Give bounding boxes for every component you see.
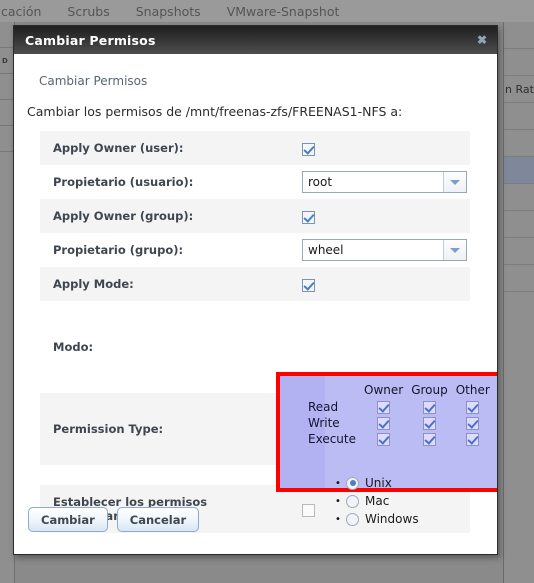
label-apply-mode: Apply Mode: — [40, 267, 302, 301]
bullet-icon: • — [335, 495, 341, 507]
mode-grid-col-owner: Owner — [364, 383, 404, 397]
mode-grid-panel: Owner Group Other Read Write Execute — [280, 376, 497, 488]
mode-grid-row-label-write: Write — [308, 416, 340, 430]
label-owner-group: Propietario (grupo): — [40, 233, 302, 267]
nav-item-replicacion[interactable]: licación — [0, 4, 54, 19]
nav-item-vmware-snapshot[interactable]: VMware-Snapshot — [214, 4, 353, 19]
submit-button[interactable]: Cambiar — [28, 507, 108, 532]
background-row — [504, 211, 534, 238]
background-row — [504, 103, 534, 130]
permission-type-options: • Unix • Mac • Windows — [332, 474, 419, 528]
bullet-icon: • — [335, 513, 341, 525]
form-row-apply-owner-user: Apply Owner (user): — [40, 131, 470, 165]
mode-write-other-checkbox[interactable] — [466, 417, 480, 430]
form-row-owner-group: Propietario (grupo): wheel — [40, 233, 470, 267]
mode-write-owner-checkbox[interactable] — [377, 417, 391, 430]
label-owner-user: Propietario (usuario): — [40, 165, 302, 199]
background-row-selected — [504, 157, 534, 184]
mode-grid-header-row: Owner Group Other — [308, 383, 494, 399]
permission-type-unix-label: Unix — [365, 476, 392, 490]
background-row: D — [0, 48, 14, 74]
permission-type-option-windows[interactable]: • Windows — [332, 510, 419, 528]
nav-item-snapshots[interactable]: Snapshots — [123, 4, 214, 19]
background-row — [0, 100, 14, 126]
background-table-right-edge: n Ratio — [503, 22, 534, 583]
recursive-checkbox[interactable] — [302, 503, 315, 517]
permission-type-option-unix[interactable]: • Unix — [332, 474, 419, 492]
apply-owner-user-checkbox[interactable] — [302, 142, 315, 156]
mode-grid-col-group: Group — [411, 383, 448, 397]
background-row — [504, 184, 534, 211]
permission-mode-grid: Owner Group Other Read Write Execute — [308, 383, 494, 447]
form-row-apply-mode: Apply Mode: — [40, 267, 470, 301]
dialog-description: Cambiar los permisos de /mnt/freenas-zfs… — [27, 104, 403, 119]
chevron-down-icon[interactable] — [443, 172, 466, 192]
dialog-body: Cambiar Permisos Cambiar los permisos de… — [14, 54, 497, 554]
background-column-header: n Ratio — [504, 76, 534, 103]
mode-execute-group-checkbox[interactable] — [422, 433, 436, 446]
permission-type-option-mac[interactable]: • Mac — [332, 492, 419, 510]
apply-owner-group-checkbox[interactable] — [302, 210, 315, 224]
mode-read-other-checkbox[interactable] — [466, 401, 480, 414]
bullet-icon: • — [335, 477, 341, 489]
form-row-owner-user: Propietario (usuario): root — [40, 165, 470, 199]
mode-grid-row-execute: Execute — [308, 431, 494, 447]
close-icon[interactable]: ✖ — [475, 33, 489, 47]
form-row-apply-owner-group: Apply Owner (group): — [40, 199, 470, 233]
label-apply-owner-user: Apply Owner (user): — [40, 131, 302, 165]
mode-read-owner-checkbox[interactable] — [377, 401, 391, 414]
mode-execute-other-checkbox[interactable] — [466, 433, 480, 446]
mode-grid-row-read: Read — [308, 399, 494, 415]
mode-grid-col-other: Other — [455, 383, 490, 397]
permission-type-unix-radio[interactable] — [346, 476, 359, 490]
label-permission-type: Permission Type: — [40, 393, 302, 465]
background-row — [504, 22, 534, 49]
owner-group-value: wheel — [308, 243, 344, 257]
mode-grid-row-label-execute: Execute — [308, 432, 356, 446]
cancel-button[interactable]: Cancelar — [116, 507, 200, 532]
apply-mode-checkbox[interactable] — [302, 278, 315, 292]
background-top-nav: licación Scrubs Snapshots VMware-Snapsho… — [0, 0, 534, 22]
permission-type-windows-label: Windows — [365, 512, 419, 526]
mode-write-group-checkbox[interactable] — [422, 417, 436, 430]
owner-user-select[interactable]: root — [302, 171, 467, 193]
background-row — [504, 130, 534, 157]
mode-grid-corner — [308, 383, 360, 399]
label-mode: Modo: — [40, 301, 302, 393]
background-row — [0, 126, 14, 152]
permission-type-windows-radio[interactable] — [346, 512, 359, 526]
background-row — [0, 22, 14, 48]
mode-execute-owner-checkbox[interactable] — [377, 433, 391, 446]
permission-type-mac-radio[interactable] — [346, 494, 359, 508]
background-row — [0, 74, 14, 100]
change-permissions-dialog: Cambiar Permisos ✖ Cambiar Permisos Camb… — [13, 25, 498, 555]
owner-group-select[interactable]: wheel — [302, 239, 467, 261]
owner-user-value: root — [308, 175, 333, 189]
permission-type-mac-label: Mac — [365, 494, 390, 508]
label-apply-owner-group: Apply Owner (group): — [40, 199, 302, 233]
mode-read-group-checkbox[interactable] — [422, 401, 436, 414]
dialog-title: Cambiar Permisos — [25, 32, 156, 48]
background-row — [504, 49, 534, 76]
dialog-subtitle: Cambiar Permisos — [39, 74, 148, 88]
mode-grid-row-label-read: Read — [308, 400, 339, 414]
mode-grid-row-write: Write — [308, 415, 494, 431]
chevron-down-icon[interactable] — [443, 240, 466, 260]
dialog-button-bar: Cambiar Cancelar — [28, 507, 200, 532]
nav-item-scrubs[interactable]: Scrubs — [54, 4, 122, 19]
background-row — [504, 238, 534, 265]
dialog-title-bar: Cambiar Permisos ✖ — [14, 26, 497, 54]
background-row — [504, 265, 534, 292]
